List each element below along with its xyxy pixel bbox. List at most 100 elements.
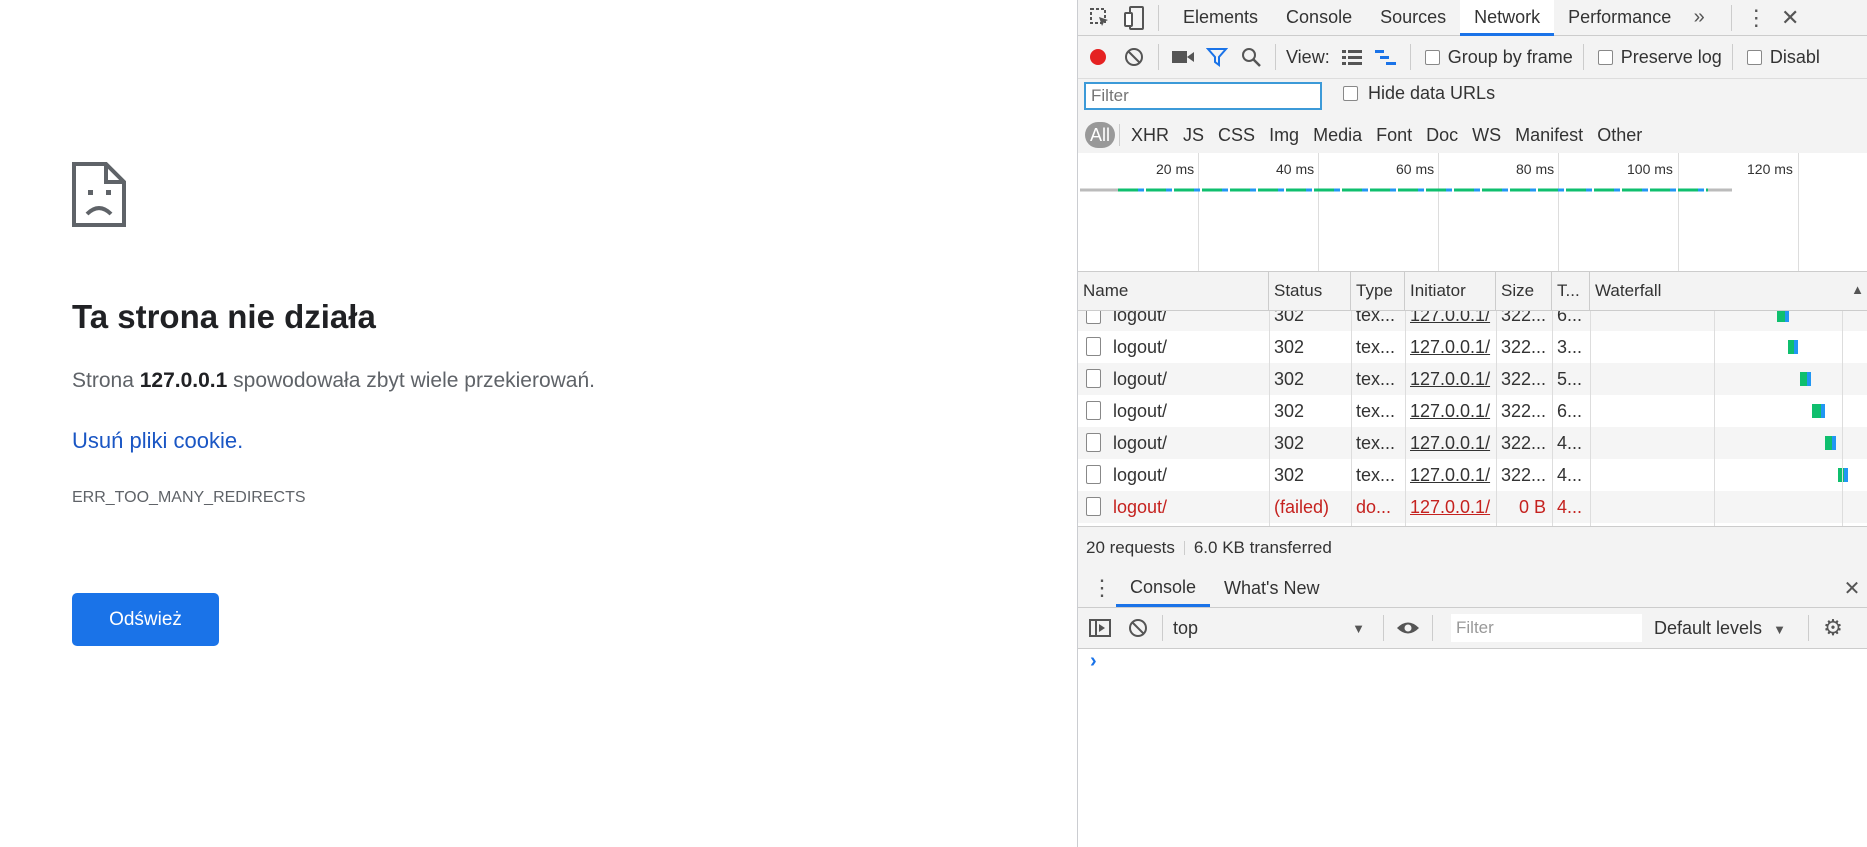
waterfall-bar-download bbox=[1832, 436, 1836, 450]
disable-cache-checkbox[interactable] bbox=[1746, 49, 1762, 65]
document-icon bbox=[1086, 369, 1101, 389]
close-icon[interactable]: ✕ bbox=[1776, 4, 1804, 32]
cell-type: tex... bbox=[1356, 311, 1396, 325]
type-filter-other[interactable]: Other bbox=[1590, 122, 1649, 148]
hide-data-urls-checkbox[interactable] bbox=[1343, 86, 1358, 101]
column-header-status[interactable]: Status bbox=[1269, 272, 1351, 310]
tab-performance[interactable]: Performance bbox=[1554, 0, 1685, 35]
clear-console-icon[interactable] bbox=[1124, 614, 1152, 642]
filter-icon[interactable] bbox=[1203, 43, 1231, 71]
table-row[interactable]: logout/302 tex... 127.0.0.1/322... 6... bbox=[1078, 395, 1867, 427]
preserve-log-checkbox[interactable] bbox=[1597, 49, 1613, 65]
request-name: logout/ bbox=[1113, 465, 1168, 485]
type-filter-font[interactable]: Font bbox=[1369, 122, 1419, 148]
transferred-size: 6.0 KB transferred bbox=[1193, 538, 1332, 557]
column-divider bbox=[1590, 311, 1591, 526]
record-icon[interactable] bbox=[1084, 43, 1112, 71]
chevron-double-right-icon[interactable]: » bbox=[1685, 4, 1713, 32]
cell-initiator[interactable]: 127.0.0.1/ bbox=[1405, 395, 1496, 427]
type-filter-manifest[interactable]: Manifest bbox=[1508, 122, 1590, 148]
document-icon bbox=[1086, 433, 1101, 453]
table-row[interactable]: logout/302 tex... 127.0.0.1/322... 4... bbox=[1078, 459, 1867, 491]
separator bbox=[1432, 615, 1433, 641]
desc-text-before: Strona bbox=[72, 369, 140, 392]
video-camera-icon[interactable] bbox=[1169, 43, 1197, 71]
column-divider bbox=[1351, 311, 1352, 526]
type-filter-css[interactable]: CSS bbox=[1211, 122, 1262, 148]
column-header-name[interactable]: Name bbox=[1078, 272, 1269, 310]
document-icon bbox=[1086, 465, 1101, 485]
table-row[interactable]: logout/302 tex... 127.0.0.1/322... 5... bbox=[1078, 363, 1867, 395]
inspect-element-icon[interactable] bbox=[1086, 4, 1114, 32]
column-divider bbox=[1552, 311, 1553, 526]
group-by-frame-checkbox[interactable] bbox=[1424, 49, 1440, 65]
column-header-waterfall[interactable]: Waterfall bbox=[1590, 272, 1867, 310]
table-row[interactable]: logout/302 tex... 127.0.0.1/322... 3... bbox=[1078, 331, 1867, 363]
tab-elements[interactable]: Elements bbox=[1169, 0, 1272, 35]
cell-initiator[interactable]: 127.0.0.1/ bbox=[1405, 331, 1496, 363]
table-row[interactable]: logout/302 tex... 127.0.0.1/322... 6... bbox=[1078, 311, 1867, 331]
type-filter-all[interactable]: All bbox=[1085, 122, 1116, 148]
table-row[interactable]: logout/302 tex... 127.0.0.1/322... 4... bbox=[1078, 427, 1867, 459]
reload-button[interactable]: Odśwież bbox=[72, 593, 219, 646]
console-prompt-icon[interactable]: › bbox=[1090, 650, 1097, 673]
tab-network[interactable]: Network bbox=[1460, 0, 1555, 36]
separator bbox=[1409, 44, 1411, 70]
column-divider bbox=[1496, 311, 1497, 526]
clear-icon[interactable] bbox=[1120, 43, 1148, 71]
requests-table-header: Name Status Type Initiator Size T... Wat… bbox=[1078, 272, 1867, 311]
type-filter-doc[interactable]: Doc bbox=[1419, 122, 1465, 148]
document-icon bbox=[1086, 337, 1101, 357]
column-header-size[interactable]: Size bbox=[1496, 272, 1552, 310]
waterfall-overview-icon[interactable] bbox=[1372, 43, 1400, 71]
kebab-menu-icon[interactable]: ⋮ bbox=[1742, 4, 1770, 32]
cell-size: 0 B bbox=[1518, 497, 1546, 517]
type-filter-media[interactable]: Media bbox=[1306, 122, 1369, 148]
device-toolbar-icon[interactable] bbox=[1120, 4, 1148, 32]
close-drawer-icon[interactable]: ✕ bbox=[1838, 574, 1866, 602]
eye-icon[interactable] bbox=[1394, 614, 1422, 642]
table-row[interactable]: logout/ (failed) do... 127.0.0.1/0 B 4... bbox=[1078, 491, 1867, 523]
error-title: Ta strona nie działa bbox=[72, 298, 376, 335]
cell-initiator[interactable]: 127.0.0.1/ bbox=[1405, 427, 1496, 459]
type-filter-ws[interactable]: WS bbox=[1465, 122, 1508, 148]
type-filter-img[interactable]: Img bbox=[1262, 122, 1306, 148]
context-selector[interactable]: top ▼ bbox=[1173, 618, 1373, 639]
large-rows-icon[interactable] bbox=[1338, 43, 1366, 71]
column-header-type[interactable]: Type bbox=[1351, 272, 1405, 310]
cell-type: tex... bbox=[1356, 433, 1396, 453]
cell-initiator[interactable]: 127.0.0.1/ bbox=[1405, 311, 1496, 331]
drawer-menu-icon[interactable]: ⋮ bbox=[1088, 574, 1116, 602]
cell-initiator[interactable]: 127.0.0.1/ bbox=[1405, 459, 1496, 491]
log-levels-dropdown[interactable]: Default levels ▼ bbox=[1654, 618, 1786, 639]
tab-console[interactable]: Console bbox=[1272, 0, 1366, 35]
network-overview[interactable]: 20 ms 40 ms 60 ms 80 ms 100 ms 120 ms bbox=[1078, 153, 1867, 272]
drawer-tab-console[interactable]: Console bbox=[1116, 569, 1211, 607]
document-icon bbox=[1086, 311, 1101, 325]
type-filter-xhr[interactable]: XHR bbox=[1124, 122, 1176, 148]
separator bbox=[1183, 541, 1185, 555]
overview-tick: 60 ms bbox=[1396, 161, 1435, 177]
column-header-time[interactable]: T... bbox=[1552, 272, 1590, 310]
drawer-tab-whats-new[interactable]: What's New bbox=[1210, 569, 1333, 607]
separator bbox=[1275, 44, 1276, 70]
cell-name: logout/ bbox=[1078, 311, 1269, 331]
cell-status: 302 bbox=[1274, 433, 1305, 453]
network-filter-input[interactable] bbox=[1084, 82, 1322, 110]
overview-gridline bbox=[1198, 153, 1199, 271]
hide-data-urls-option: Hide data URLs bbox=[1343, 83, 1495, 104]
cell-initiator[interactable]: 127.0.0.1/ bbox=[1405, 363, 1496, 395]
cell-initiator[interactable]: 127.0.0.1/ bbox=[1405, 491, 1496, 523]
search-icon[interactable] bbox=[1237, 43, 1265, 71]
sidebar-toggle-icon[interactable] bbox=[1086, 614, 1114, 642]
clear-cookies-link[interactable]: Usuń pliki cookie. bbox=[72, 428, 243, 454]
gear-icon[interactable]: ⚙ bbox=[1819, 614, 1847, 642]
type-filter-js[interactable]: JS bbox=[1176, 122, 1211, 148]
drawer-tabs: ⋮ Console What's New ✕ bbox=[1078, 569, 1867, 608]
separator bbox=[1162, 615, 1163, 641]
overview-tick: 20 ms bbox=[1156, 161, 1195, 177]
column-header-initiator[interactable]: Initiator bbox=[1405, 272, 1496, 310]
tab-sources[interactable]: Sources bbox=[1366, 0, 1460, 35]
console-filter-input[interactable]: Filter bbox=[1451, 614, 1642, 642]
cell-time: 4... bbox=[1557, 497, 1583, 517]
